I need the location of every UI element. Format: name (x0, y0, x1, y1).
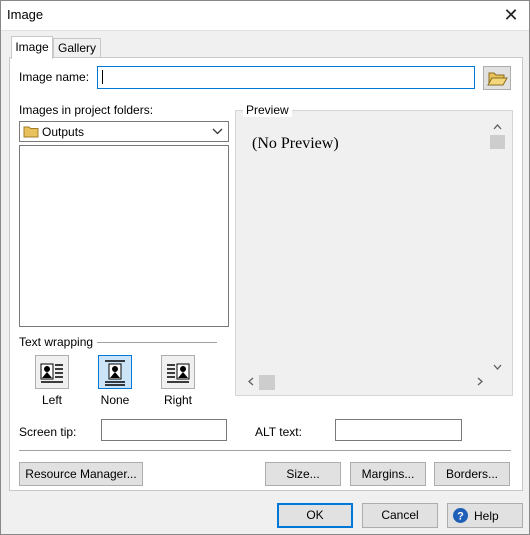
vertical-scroll-thumb[interactable] (490, 135, 505, 149)
screen-tip-label: Screen tip: (19, 425, 77, 439)
chevron-left-icon (248, 377, 254, 386)
preview-horizontal-scrollbar[interactable] (243, 374, 489, 391)
borders-button[interactable]: Borders... (434, 462, 510, 486)
ok-button[interactable]: OK (277, 503, 353, 528)
scroll-up-arrow[interactable] (489, 121, 506, 133)
wrap-left-icon (40, 363, 63, 383)
wrap-right-label: Right (163, 393, 192, 407)
wrap-left-button[interactable] (35, 355, 69, 389)
wrap-right-button[interactable] (161, 355, 195, 389)
preview-vertical-scrollbar[interactable] (489, 119, 506, 373)
tab-image-label: Image (15, 40, 49, 54)
chevron-right-icon (477, 377, 483, 386)
wrap-left-label: Left (41, 393, 62, 407)
folder-icon (23, 126, 39, 138)
wrap-right-icon (167, 363, 190, 383)
wrap-none-label: None (100, 393, 130, 407)
size-button[interactable]: Size... (265, 462, 341, 486)
resource-manager-button[interactable]: Resource Manager... (19, 462, 143, 486)
project-folders-label: Images in project folders: (19, 103, 154, 117)
image-dialog: Image ✕ Image Gallery Image name: Images… (0, 0, 530, 535)
chevron-up-icon (493, 124, 502, 130)
scroll-left-arrow[interactable] (246, 377, 256, 389)
help-button[interactable]: ? Help (447, 503, 523, 528)
alt-text-input[interactable] (335, 419, 462, 441)
preview-frame: (No Preview) (235, 110, 513, 396)
scroll-right-arrow[interactable] (475, 377, 485, 389)
title-bar: Image ✕ (1, 1, 529, 31)
text-caret (102, 70, 103, 84)
alt-text-label: ALT text: (255, 425, 302, 439)
screen-tip-input[interactable] (101, 419, 227, 441)
preview-legend: Preview (243, 103, 292, 117)
selected-folder: Outputs (42, 125, 85, 139)
tab-gallery[interactable]: Gallery (53, 38, 101, 58)
image-name-input[interactable] (97, 66, 475, 89)
folder-select[interactable]: Outputs (19, 121, 229, 142)
bottom-separator (19, 450, 511, 451)
project-images-list[interactable] (19, 145, 229, 327)
chevron-down-icon (212, 128, 223, 135)
chevron-down-small-icon (493, 364, 502, 370)
tab-image[interactable]: Image (11, 36, 53, 59)
close-button[interactable]: ✕ (497, 2, 525, 29)
browse-button[interactable] (483, 66, 511, 90)
window-title: Image (7, 7, 44, 22)
preview-placeholder: (No Preview) (252, 135, 339, 152)
wrap-none-button[interactable] (98, 355, 132, 389)
cancel-button[interactable]: Cancel (362, 503, 438, 528)
horizontal-scroll-thumb[interactable] (259, 375, 275, 390)
text-wrapping-label: Text wrapping (19, 335, 94, 349)
help-icon: ? (453, 508, 468, 523)
text-wrapping-divider (97, 342, 217, 343)
svg-text:?: ? (457, 511, 464, 523)
wrap-none-icon (105, 360, 125, 386)
scroll-down-arrow[interactable] (489, 361, 506, 373)
help-label: Help (474, 509, 499, 523)
tab-gallery-label: Gallery (57, 41, 96, 55)
image-name-label: Image name: (19, 70, 90, 84)
margins-button[interactable]: Margins... (350, 462, 426, 486)
folder-open-icon (487, 72, 508, 86)
